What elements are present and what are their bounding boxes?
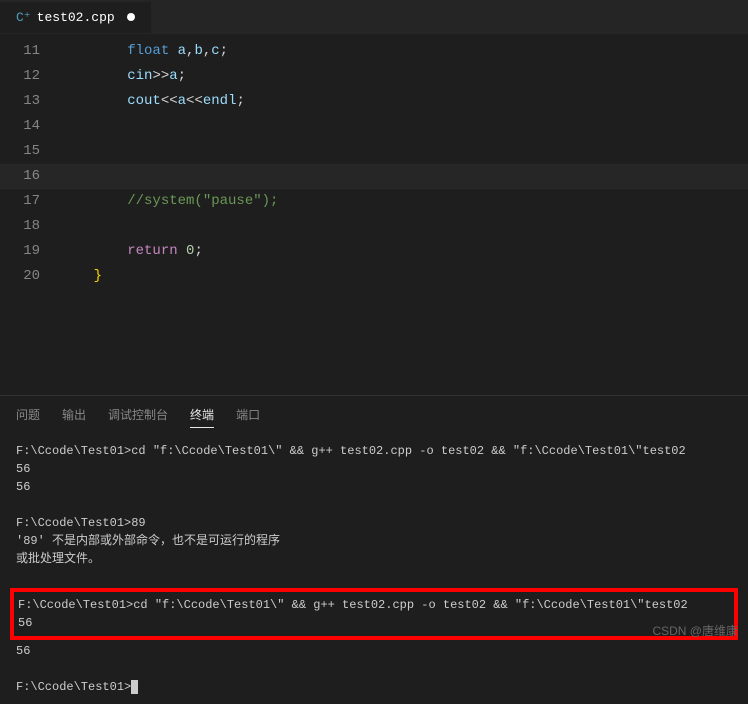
tab-output[interactable]: 输出	[62, 406, 86, 428]
terminal-line: 56	[16, 460, 732, 478]
line-number: 14	[0, 114, 40, 139]
terminal-line: F:\Ccode\Test01>cd "f:\Ccode\Test01\" &&…	[16, 442, 732, 460]
terminal-line: 56	[18, 614, 730, 632]
tab-filename: test02.cpp	[37, 10, 115, 25]
terminal-line: 56	[16, 478, 732, 496]
line-number: 13	[0, 89, 40, 114]
tab-problems[interactable]: 问题	[16, 406, 40, 428]
bottom-panel: 问题 输出 调试控制台 终端 端口 F:\Ccode\Test01>cd "f:…	[0, 395, 748, 704]
terminal-cursor-icon	[131, 680, 138, 694]
terminal-line: F:\Ccode\Test01>89	[16, 514, 732, 532]
watermark: CSDN @唐维康	[652, 622, 738, 639]
line-number: 12	[0, 64, 40, 89]
code-line[interactable]	[60, 164, 748, 189]
terminal-line: 或批处理文件。	[16, 550, 732, 568]
highlighted-terminal-block: F:\Ccode\Test01>cd "f:\Ccode\Test01\" &&…	[10, 588, 738, 640]
code-area[interactable]: float a,b,c; cin>>a; cout<<a<<endl; //sy…	[60, 35, 748, 395]
code-line[interactable]	[60, 114, 748, 139]
code-line[interactable]	[60, 139, 748, 164]
code-line[interactable]	[60, 214, 748, 239]
line-number: 18	[0, 214, 40, 239]
line-number: 20	[0, 264, 40, 289]
line-number: 17	[0, 189, 40, 214]
line-number: 19	[0, 239, 40, 264]
terminal-line: F:\Ccode\Test01>cd "f:\Ccode\Test01\" &&…	[18, 596, 730, 614]
tab-debug-console[interactable]: 调试控制台	[108, 406, 168, 428]
tab-terminal[interactable]: 终端	[190, 406, 214, 428]
terminal-line: '89' 不是内部或外部命令，也不是可运行的程序	[16, 532, 732, 550]
line-number: 11	[0, 39, 40, 64]
line-number: 15	[0, 139, 40, 164]
code-line[interactable]: float a,b,c;	[60, 39, 748, 64]
code-line[interactable]: }	[60, 264, 748, 289]
line-number: 16	[0, 164, 40, 189]
code-line[interactable]: cin>>a;	[60, 64, 748, 89]
terminal-blank-line	[16, 568, 732, 586]
tab-ports[interactable]: 端口	[236, 406, 260, 428]
terminal-line: F:\Ccode\Test01>	[16, 678, 732, 696]
modified-indicator-icon	[127, 13, 135, 21]
code-line[interactable]: //system("pause");	[60, 189, 748, 214]
tab-file[interactable]: C⁺ test02.cpp	[0, 2, 151, 33]
code-line[interactable]: cout<<a<<endl;	[60, 89, 748, 114]
terminal-content[interactable]: F:\Ccode\Test01>cd "f:\Ccode\Test01\" &&…	[0, 434, 748, 704]
tab-bar[interactable]: C⁺ test02.cpp	[0, 0, 748, 35]
terminal-blank-line	[16, 496, 732, 514]
terminal-blank-line	[16, 660, 732, 678]
panel-tabs: 问题 输出 调试控制台 终端 端口	[0, 396, 748, 434]
code-line[interactable]: return 0;	[60, 239, 748, 264]
cpp-file-icon: C⁺	[16, 10, 31, 25]
line-number-gutter: 11121314151617181920	[0, 35, 60, 395]
code-editor[interactable]: 11121314151617181920 float a,b,c; cin>>a…	[0, 35, 748, 395]
